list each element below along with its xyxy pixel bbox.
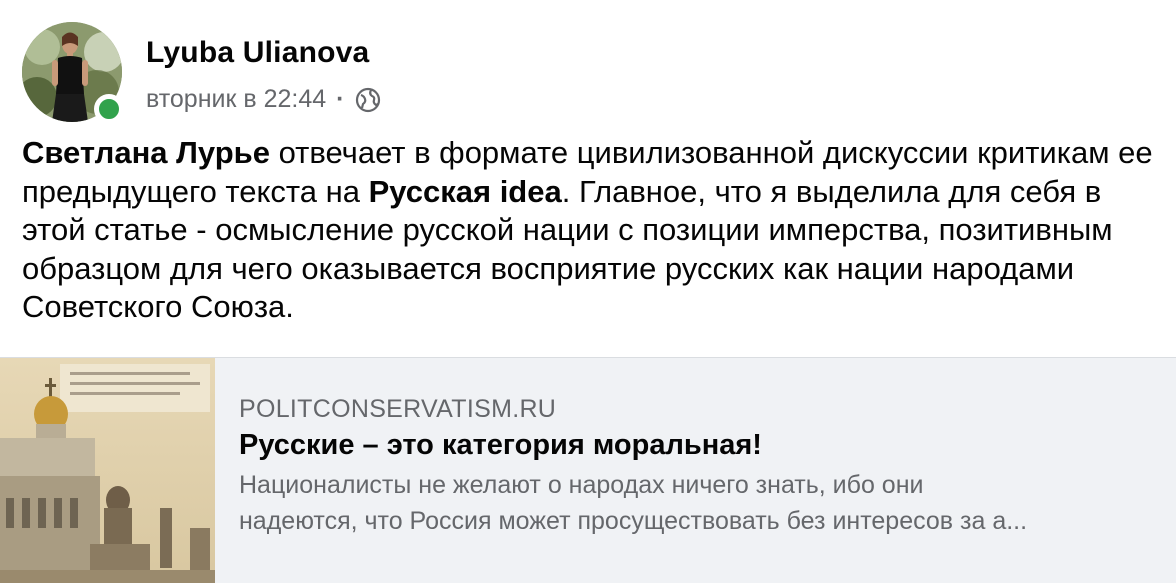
- meta-separator: ·: [336, 85, 345, 113]
- post-body: Светлана Лурье отвечает в формате цивили…: [22, 134, 1162, 327]
- link-domain: POLITCONSERVATISM.RU: [239, 395, 557, 423]
- globe-icon[interactable]: [354, 86, 382, 114]
- mention-svetlana-lurie[interactable]: Светлана Лурье: [22, 135, 270, 170]
- mention-russkaya-idea[interactable]: Русская idea: [369, 174, 562, 209]
- post-timestamp[interactable]: вторник в 22:44: [146, 85, 326, 114]
- link-title[interactable]: Русские – это категория моральная!: [239, 429, 1159, 462]
- facebook-post: Lyuba Ulianova вторник в 22:44 · Светлан…: [0, 0, 1176, 583]
- link-thumbnail: [0, 358, 215, 583]
- link-description-line-1: Националисты не желают о народах ничего …: [239, 471, 924, 499]
- link-description: Националисты не желают о народах ничего …: [239, 467, 1164, 539]
- avatar[interactable]: [22, 22, 124, 124]
- post-meta: вторник в 22:44 ·: [146, 85, 382, 114]
- link-preview-card[interactable]: POLITCONSERVATISM.RU Русские – это катег…: [0, 357, 1176, 583]
- author-name[interactable]: Lyuba Ulianova: [146, 36, 369, 70]
- link-description-line-2: надеются, что Россия может просуществова…: [239, 507, 1028, 535]
- online-status-indicator: [94, 94, 124, 124]
